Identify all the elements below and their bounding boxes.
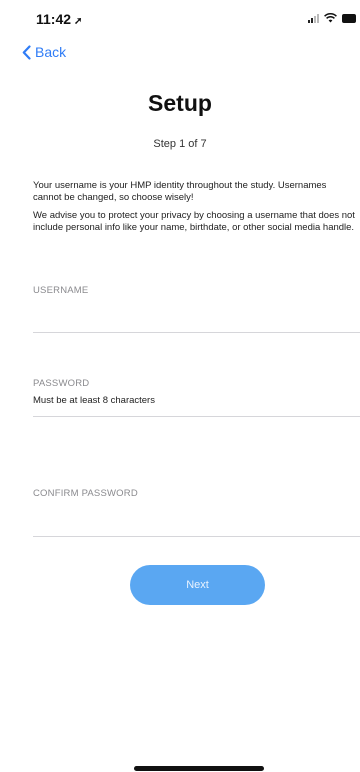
- signal-icon: [308, 13, 319, 23]
- status-time-text: 11:42: [36, 11, 72, 27]
- home-indicator: [134, 766, 264, 771]
- wifi-icon: [324, 13, 337, 23]
- username-input[interactable]: [33, 306, 360, 333]
- chevron-left-icon: [22, 44, 31, 60]
- intro-text: Your username is your HMP identity throu…: [33, 180, 356, 240]
- page-title: Setup: [148, 90, 212, 116]
- status-bar: 11:42 ➚: [0, 0, 360, 40]
- back-label: Back: [35, 44, 67, 60]
- username-label: USERNAME: [33, 285, 89, 296]
- confirm-password-label: CONFIRM PASSWORD: [33, 488, 138, 499]
- status-icons: [308, 13, 356, 23]
- password-label: PASSWORD: [33, 378, 90, 389]
- status-time: 11:42 ➚: [36, 11, 82, 27]
- password-input[interactable]: [33, 390, 360, 417]
- intro-paragraph-2: We advise you to protect your privacy by…: [33, 210, 355, 233]
- confirm-password-input[interactable]: [33, 510, 360, 537]
- next-button[interactable]: Next: [130, 565, 265, 605]
- intro-paragraph-1: Your username is your HMP identity throu…: [33, 180, 327, 203]
- back-button[interactable]: Back: [22, 44, 66, 60]
- step-indicator: Step 1 of 7: [153, 138, 207, 150]
- battery-icon: [342, 14, 356, 23]
- location-arrow-icon: ➚: [74, 16, 83, 27]
